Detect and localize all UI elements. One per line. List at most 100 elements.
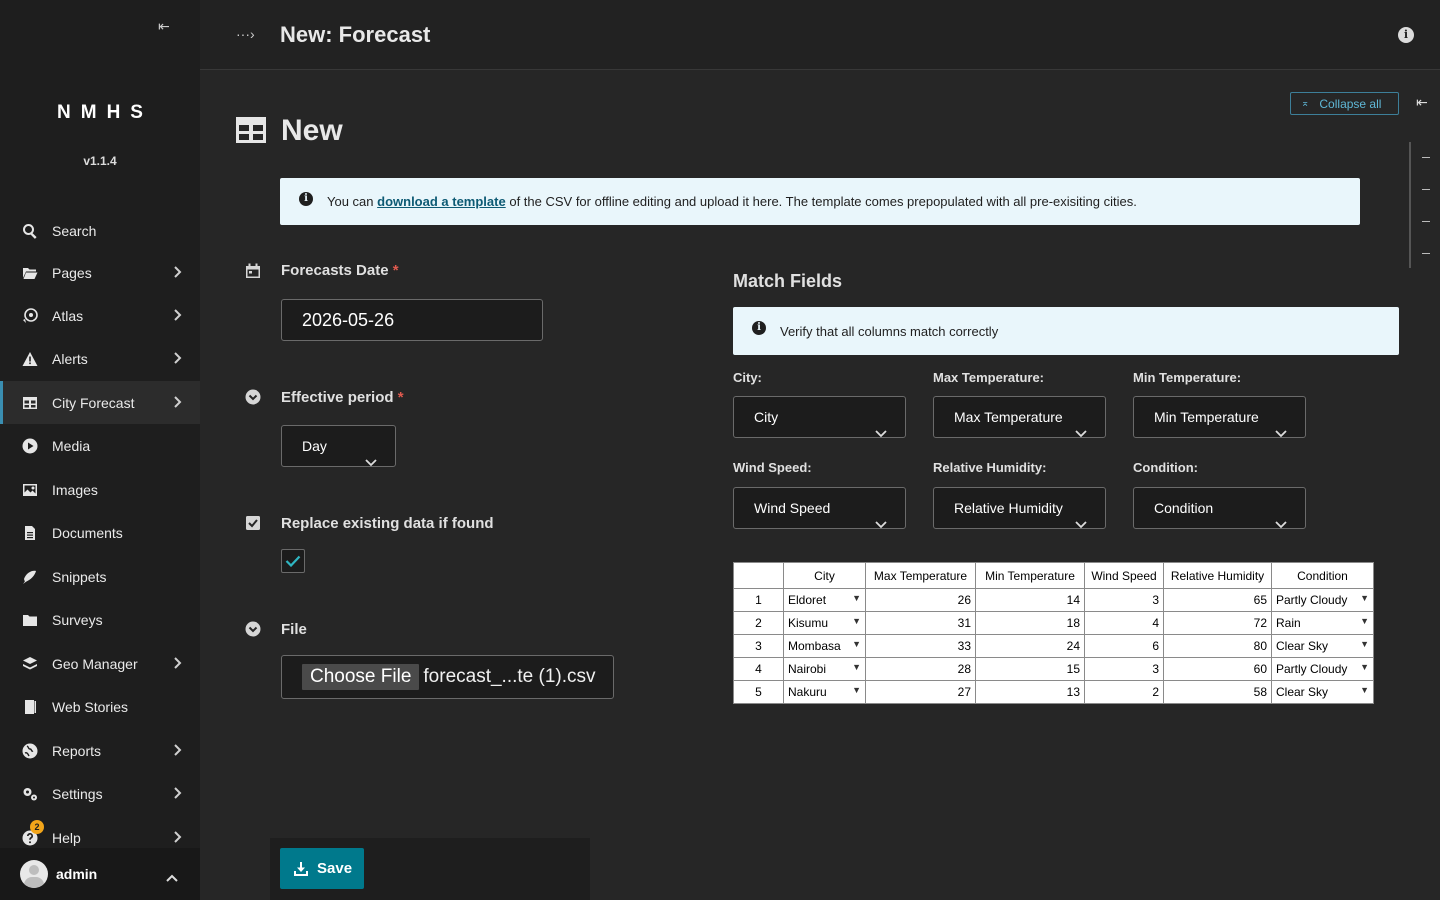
wind-speed-select[interactable]: Wind Speed bbox=[733, 487, 906, 529]
city-select[interactable]: City bbox=[733, 396, 906, 438]
min-temperature-cell[interactable]: 14 bbox=[975, 588, 1085, 612]
collapse-all-button[interactable]: ⌅ Collapse all bbox=[1290, 92, 1399, 115]
city-cell[interactable]: Nairobi bbox=[783, 657, 866, 681]
city-field-label: City: bbox=[733, 370, 762, 385]
relative-humidity-select[interactable]: Relative Humidity bbox=[933, 487, 1106, 529]
condition-cell[interactable]: Clear Sky bbox=[1271, 634, 1374, 658]
column-header: City bbox=[783, 562, 866, 589]
condition-cell[interactable]: Partly Cloudy bbox=[1271, 657, 1374, 681]
file-label: File bbox=[281, 621, 307, 638]
checkbox-checked-icon bbox=[245, 515, 261, 531]
max-temperature-cell[interactable]: 33 bbox=[865, 634, 976, 658]
sidebar-item-media[interactable]: Media bbox=[0, 424, 200, 467]
file-name: forecast_...te (1).csv bbox=[423, 666, 596, 687]
sidebar-item-web-stories[interactable]: Web Stories bbox=[0, 685, 200, 728]
max-temperature-cell[interactable]: 31 bbox=[865, 611, 976, 635]
folder-icon bbox=[21, 611, 39, 629]
min-temperature-field-label: Min Temperature: bbox=[1133, 370, 1242, 385]
relative-humidity-cell[interactable]: 80 bbox=[1163, 634, 1272, 658]
table-row: 5 Nakuru 27 13 2 58 Clear Sky bbox=[733, 680, 1374, 704]
sidebar-item-atlas[interactable]: Atlas bbox=[0, 294, 200, 337]
save-button[interactable]: Save bbox=[280, 848, 364, 889]
download-template-link[interactable]: download a template bbox=[377, 194, 506, 209]
chevron-circle-down-icon[interactable] bbox=[245, 389, 261, 405]
sidebar-item-label: Alerts bbox=[52, 350, 88, 367]
book-icon bbox=[21, 698, 39, 716]
min-temperature-cell[interactable]: 24 bbox=[975, 634, 1085, 658]
relative-humidity-cell[interactable]: 65 bbox=[1163, 588, 1272, 612]
sidebar-item-label: Atlas bbox=[52, 307, 84, 324]
panel-collapse-icon[interactable]: ⇤ bbox=[1416, 94, 1428, 111]
minimap-tick[interactable] bbox=[1422, 189, 1430, 190]
sidebar-item-label: Help bbox=[52, 829, 81, 846]
max-temperature-select[interactable]: Max Temperature bbox=[933, 396, 1106, 438]
preview-table: City Max Temperature Min Temperature Win… bbox=[733, 562, 1374, 704]
minimap-tick[interactable] bbox=[1422, 221, 1430, 222]
effective-period-select[interactable]: Day bbox=[281, 425, 396, 467]
min-temperature-cell[interactable]: 18 bbox=[975, 611, 1085, 635]
minimap-tick[interactable] bbox=[1422, 157, 1430, 158]
sidebar-item-alerts[interactable]: Alerts bbox=[0, 337, 200, 380]
min-temperature-cell[interactable]: 13 bbox=[975, 680, 1085, 704]
condition-cell[interactable]: Partly Cloudy bbox=[1271, 588, 1374, 612]
forecast-date-input[interactable]: 2026-05-26 bbox=[281, 299, 543, 341]
sidebar-item-snippets[interactable]: Snippets bbox=[0, 555, 200, 598]
city-cell[interactable]: Eldoret bbox=[783, 588, 866, 612]
min-temperature-select[interactable]: Min Temperature bbox=[1133, 396, 1306, 438]
sidebar-item-settings[interactable]: Settings bbox=[0, 772, 200, 815]
max-temperature-cell[interactable]: 27 bbox=[865, 680, 976, 704]
chevron-down-icon bbox=[875, 413, 887, 453]
city-cell[interactable]: Kisumu bbox=[783, 611, 866, 635]
wind-speed-cell[interactable]: 4 bbox=[1084, 611, 1164, 635]
wind-speed-cell[interactable]: 3 bbox=[1084, 588, 1164, 612]
table-icon bbox=[21, 394, 39, 412]
condition-select[interactable]: Condition bbox=[1133, 487, 1306, 529]
account-menu[interactable]: admin bbox=[0, 848, 200, 900]
row-index: 4 bbox=[733, 657, 784, 681]
condition-cell[interactable]: Rain bbox=[1271, 611, 1374, 635]
info-icon: i bbox=[752, 321, 766, 335]
info-icon[interactable]: i bbox=[1398, 27, 1414, 43]
chevron-down-icon bbox=[875, 504, 887, 544]
sidebar-item-documents[interactable]: Documents bbox=[0, 511, 200, 554]
max-temperature-cell[interactable]: 28 bbox=[865, 657, 976, 681]
wind-speed-cell[interactable]: 3 bbox=[1084, 657, 1164, 681]
sidebar-item-city-forecast[interactable]: City Forecast bbox=[0, 381, 200, 424]
help-text-suffix: of the CSV for offline editing and uploa… bbox=[509, 194, 1137, 209]
relative-humidity-cell[interactable]: 60 bbox=[1163, 657, 1272, 681]
table-header-row: City Max Temperature Min Temperature Win… bbox=[733, 562, 1374, 589]
relative-humidity-cell[interactable]: 58 bbox=[1163, 680, 1272, 704]
sidebar-item-search[interactable]: Search bbox=[0, 209, 200, 252]
save-label: Save bbox=[317, 860, 353, 877]
relative-humidity-cell[interactable]: 72 bbox=[1163, 611, 1272, 635]
sidebar-item-images[interactable]: Images bbox=[0, 468, 200, 511]
sidebar-item-surveys[interactable]: Surveys bbox=[0, 598, 200, 641]
condition-cell[interactable]: Clear Sky bbox=[1271, 680, 1374, 704]
city-cell[interactable]: Mombasa bbox=[783, 634, 866, 658]
brand-logo[interactable]: NMHS bbox=[0, 102, 200, 124]
minimap-track[interactable] bbox=[1409, 142, 1411, 268]
min-temperature-cell[interactable]: 15 bbox=[975, 657, 1085, 681]
help-banner: i You can download a template of the CSV… bbox=[280, 178, 1360, 225]
sidebar-item-geo-manager[interactable]: Geo Manager bbox=[0, 642, 200, 685]
sidebar-item-label: Media bbox=[52, 437, 91, 454]
minimap-tick[interactable] bbox=[1422, 253, 1430, 254]
sidebar-item-pages[interactable]: Pages bbox=[0, 251, 200, 294]
column-header bbox=[733, 562, 784, 589]
wind-speed-cell[interactable]: 2 bbox=[1084, 680, 1164, 704]
replace-existing-checkbox[interactable] bbox=[281, 549, 305, 573]
breadcrumb-expand-icon[interactable]: ···› bbox=[236, 26, 255, 42]
chevron-circle-down-icon[interactable] bbox=[245, 621, 261, 637]
file-input[interactable]: Choose File forecast_...te (1).csv bbox=[281, 655, 614, 699]
choose-file-button[interactable]: Choose File bbox=[302, 664, 420, 690]
collapse-up-icon: ⌅ bbox=[1301, 98, 1310, 109]
chevron-right-icon bbox=[173, 656, 182, 670]
city-cell[interactable]: Nakuru bbox=[783, 680, 866, 704]
wind-speed-cell[interactable]: 6 bbox=[1084, 634, 1164, 658]
sidebar-item-reports[interactable]: Reports bbox=[0, 729, 200, 772]
sidebar-collapse-icon[interactable]: ⇤ bbox=[158, 18, 176, 34]
max-temperature-cell[interactable]: 26 bbox=[865, 588, 976, 612]
sidebar-item-label: Snippets bbox=[52, 568, 107, 585]
sidebar-item-label: City Forecast bbox=[52, 394, 135, 411]
table-icon bbox=[236, 117, 266, 143]
